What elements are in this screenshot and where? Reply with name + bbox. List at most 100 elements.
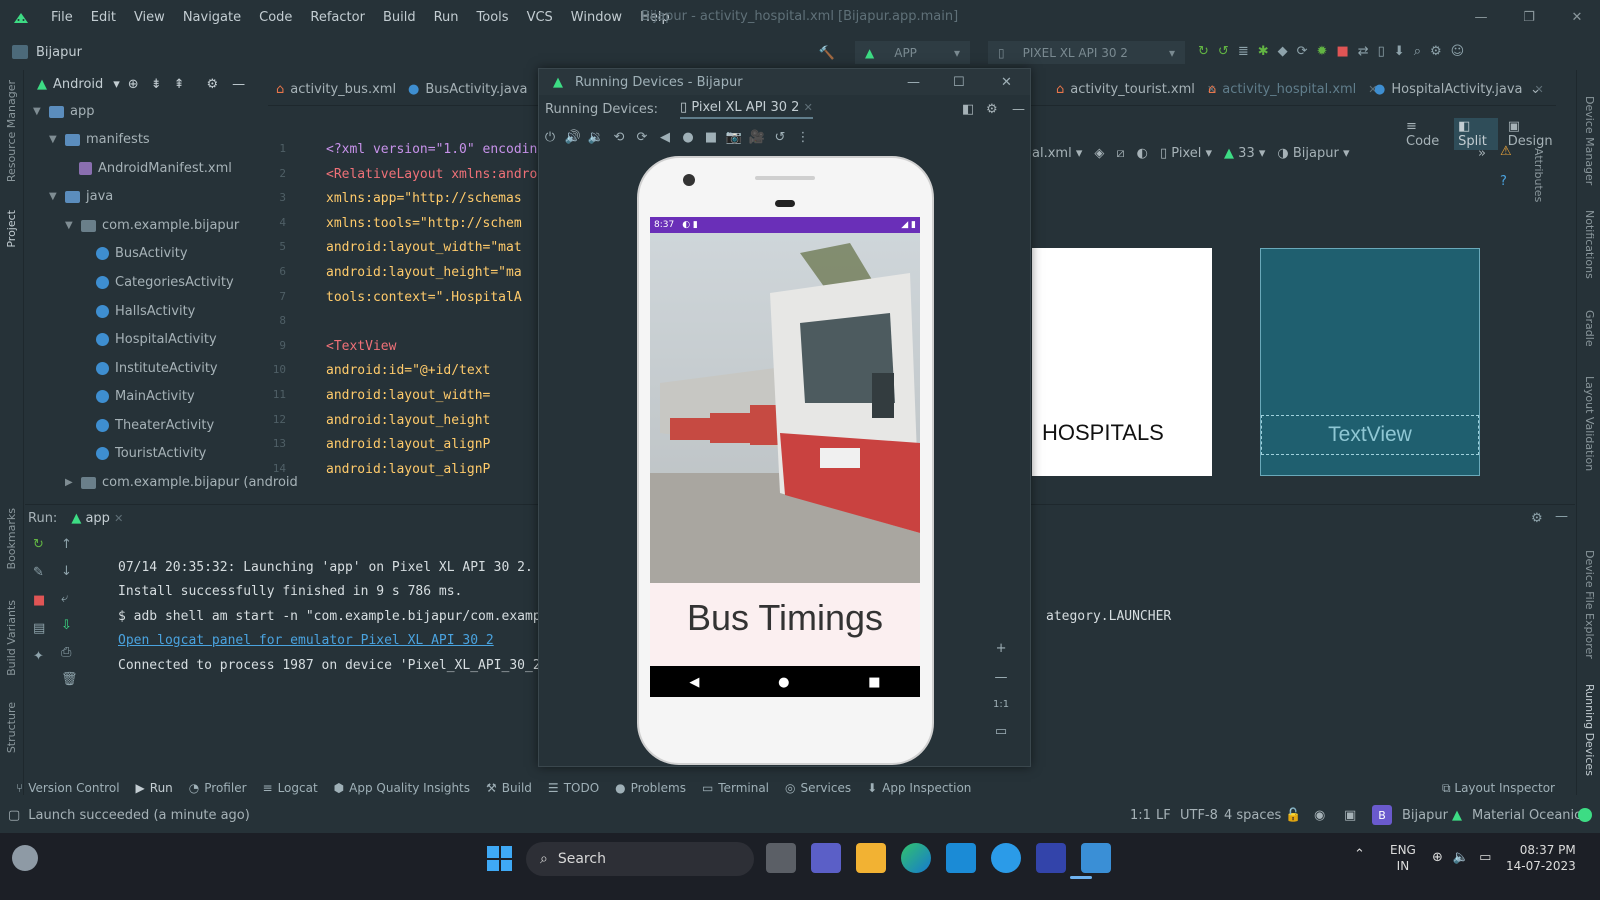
tree-item-manifests[interactable]: ▼ manifests — [49, 132, 150, 147]
run-config-tab[interactable]: ▲ app ✕ — [71, 511, 123, 526]
zoom-out-icon[interactable]: — — [995, 670, 1008, 685]
teams-chat-icon[interactable] — [811, 843, 841, 873]
taskbar-search[interactable]: ⌕ Search — [526, 842, 754, 876]
device-manager-icon[interactable]: ▯ — [1378, 44, 1385, 59]
fit-screen-icon[interactable]: ▭ — [995, 724, 1007, 739]
menu-navigate[interactable]: Navigate — [174, 10, 250, 25]
menu-vcs[interactable]: VCS — [518, 10, 562, 25]
split-mode-button[interactable]: ◧ Split — [1454, 118, 1498, 150]
tree-item-institute-activity[interactable]: InstituteActivity — [96, 361, 218, 376]
layout-preview[interactable]: HOSPITALS — [1032, 248, 1212, 476]
network-icon[interactable]: ⊕ — [1432, 850, 1443, 865]
rerun-icon[interactable]: ↻ — [1198, 44, 1209, 59]
menu-view[interactable]: View — [125, 10, 174, 25]
tree-item-android-manifest[interactable]: AndroidManifest.xml — [79, 161, 232, 176]
home-icon[interactable]: ● — [681, 130, 695, 145]
theme-dropdown[interactable]: ◑ Bijapur ▾ — [1277, 146, 1349, 161]
layers-icon[interactable]: ◈ — [1094, 146, 1104, 161]
tree-item-theater-activity[interactable]: TheaterActivity — [96, 418, 214, 433]
status-icon[interactable]: ▢ — [8, 808, 20, 823]
warning-icon[interactable]: ⚠ — [1500, 144, 1512, 159]
hide-panel-icon[interactable]: — — [232, 77, 245, 92]
code-editor[interactable]: <?xml version="1.0" encoding= <RelativeLa… — [326, 140, 546, 485]
trash-icon[interactable]: 🗑 — [61, 672, 78, 687]
menu-code[interactable]: Code — [250, 10, 301, 25]
gear-icon[interactable]: ⚙ — [1430, 44, 1442, 59]
edge-browser-icon[interactable] — [901, 843, 931, 873]
tab-hospital-activity-java[interactable]: ● HospitalActivity.java ✕ — [1374, 82, 1544, 97]
design-mode-button[interactable]: ▣ Design — [1508, 119, 1556, 149]
rerun-icon[interactable]: ↻ — [33, 537, 45, 552]
tool-tab-problems[interactable]: ● Problems — [615, 781, 686, 795]
record-icon[interactable]: 🎥 — [749, 130, 765, 145]
project-view-dropdown[interactable]: Android — [53, 77, 103, 92]
menu-refactor[interactable]: Refactor — [301, 10, 374, 25]
sync-gradle-icon[interactable]: ⇄ — [1358, 44, 1369, 59]
device-dropdown[interactable]: ▯ PIXEL XL API 30 2 ▾ — [988, 41, 1185, 64]
collapse-all-icon[interactable]: ⇞ — [174, 77, 185, 92]
volume-up-icon[interactable]: 🔊 — [565, 130, 581, 145]
volume-icon[interactable]: 🔈 — [1453, 850, 1469, 865]
pin-icon[interactable]: ✦ — [33, 649, 45, 664]
minimize-icon[interactable]: — — [907, 75, 920, 90]
back-icon[interactable]: ◀ — [689, 675, 699, 690]
running-devices-tab[interactable]: Running Devices — [1583, 684, 1596, 776]
notification-icon[interactable]: ▣ — [1344, 808, 1356, 823]
actual-size-button[interactable]: 1:1 — [993, 699, 1009, 710]
api-dropdown[interactable]: ▲ 33 ▾ — [1224, 146, 1265, 161]
close-tab-icon[interactable]: ✕ — [804, 101, 813, 114]
gear-icon[interactable]: ⚙ — [207, 77, 219, 92]
tool-tab-logcat[interactable]: ≡ Logcat — [263, 781, 318, 795]
power-icon[interactable]: ⏻ — [543, 130, 557, 145]
camera-icon[interactable]: 📷 — [726, 130, 742, 145]
tab-activity-tourist-xml[interactable]: ⌂ activity_tourist.xml ✕ — [1056, 82, 1216, 97]
overview-icon[interactable]: ■ — [704, 130, 718, 145]
task-view-icon[interactable] — [766, 843, 796, 873]
indent-setting[interactable]: 4 spaces — [1224, 808, 1281, 823]
tool-tab-app-inspection[interactable]: ⬇ App Inspection — [867, 781, 971, 795]
blueprint-preview[interactable]: TextView — [1260, 248, 1480, 476]
status-theme[interactable]: Material Oceanic — [1472, 808, 1581, 823]
layout-icon[interactable]: ▤ — [33, 621, 45, 636]
menu-tools[interactable]: Tools — [468, 10, 518, 25]
close-window-button[interactable]: ✕ — [1562, 4, 1592, 30]
minimize-window-button[interactable]: — — [1466, 4, 1496, 30]
tree-item-android-test-package[interactable]: ▶ com.example.bijapur (android — [65, 475, 298, 490]
caret-position[interactable]: 1:1 — [1130, 808, 1151, 823]
wps-app-icon[interactable] — [1036, 843, 1066, 873]
close-tab-icon[interactable]: ✕ — [114, 512, 123, 525]
orientation-icon[interactable]: ⧄ — [1116, 146, 1124, 161]
windows-start-icon[interactable] — [487, 846, 512, 871]
tool-tab-profiler[interactable]: ◔ Profiler — [189, 781, 247, 795]
back-icon[interactable]: ◀ — [658, 130, 672, 145]
maximize-icon[interactable]: ☐ — [953, 75, 965, 90]
attributes-tab[interactable]: Attributes — [1532, 148, 1545, 202]
memory-icon[interactable]: ◉ — [1314, 808, 1325, 823]
device-dropdown-design[interactable]: ▯ Pixel ▾ — [1160, 146, 1212, 161]
tree-item-tourist-activity[interactable]: TouristActivity — [96, 446, 206, 461]
tool-tab-run[interactable]: ▶ Run — [136, 781, 173, 795]
restore-window-button[interactable]: ❐ — [1514, 4, 1544, 30]
sdk-manager-icon[interactable]: ⬇ — [1394, 44, 1405, 59]
device-tab[interactable]: ▯ Pixel XL API 30 2 ✕ — [680, 100, 813, 119]
print-icon[interactable]: ⎙ — [61, 645, 78, 660]
bookmarks-tab[interactable]: Bookmarks — [5, 508, 18, 569]
tree-item-app[interactable]: ▼ app — [33, 104, 94, 119]
tool-tab-services[interactable]: ◎ Services — [785, 781, 851, 795]
expand-all-icon[interactable]: ⇟ — [151, 77, 162, 92]
tree-item-package[interactable]: ▼ com.example.bijapur — [65, 218, 239, 233]
layout-validation-tab[interactable]: Layout Validation — [1583, 376, 1596, 471]
menu-file[interactable]: File — [42, 10, 82, 25]
user-avatar-icon[interactable]: ☺ — [1451, 44, 1465, 59]
tree-item-categories-activity[interactable]: CategoriesActivity — [96, 275, 234, 290]
zoom-in-icon[interactable]: + — [996, 641, 1007, 656]
emulator-screen[interactable]: 8:37 ◐ ▮ ◢ ▮ Bus Timings ◀ ● ■ — [650, 217, 920, 697]
layout-inspector-tab[interactable]: ⧉ Layout Inspector — [1442, 781, 1555, 796]
tool-tab-terminal[interactable]: ▭ Terminal — [702, 781, 769, 795]
volume-down-icon[interactable]: 🔉 — [588, 130, 604, 145]
close-icon[interactable]: ✕ — [1001, 75, 1012, 90]
menu-window[interactable]: Window — [562, 10, 631, 25]
chevron-up-icon[interactable]: ⌃ — [1354, 847, 1365, 862]
attach-debugger-icon[interactable]: ⟳ — [1297, 44, 1308, 59]
make-project-icon[interactable]: 🔨 — [818, 44, 836, 62]
